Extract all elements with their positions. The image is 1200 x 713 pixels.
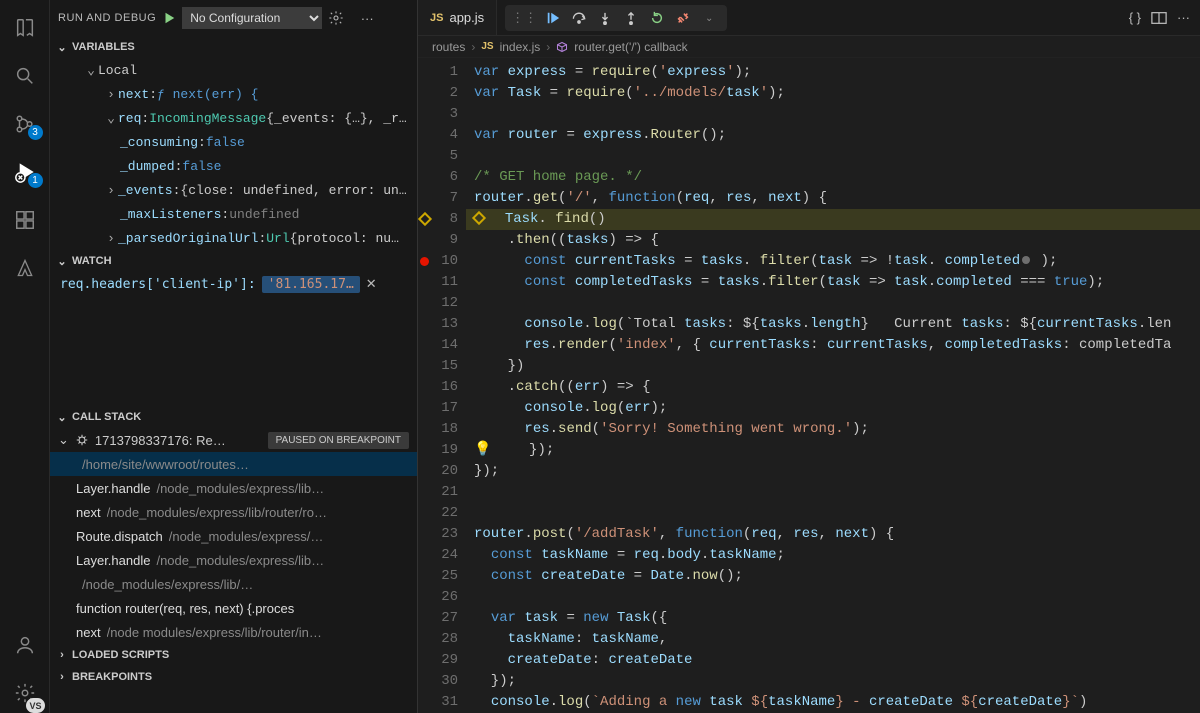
js-file-icon: JS xyxy=(430,12,443,24)
debug-sidebar: RUN AND DEBUG No Configuration ··· ⌄VARI… xyxy=(50,0,418,713)
tab-bar: JSapp.js ⋮⋮ ⌄ { } ··· xyxy=(418,0,1200,36)
var-consuming[interactable]: _consuming: false xyxy=(50,130,417,154)
extensions-icon[interactable] xyxy=(1,200,49,240)
code-editor[interactable]: 1234567891011121314151617181920212223242… xyxy=(418,58,1200,713)
bug-icon xyxy=(75,433,89,447)
method-icon xyxy=(556,41,568,53)
start-debug-icon[interactable] xyxy=(162,11,176,25)
watch-section[interactable]: ⌄WATCH xyxy=(50,250,417,272)
step-over-icon[interactable] xyxy=(567,6,591,30)
var-parsed[interactable]: › _parsedOriginalUrl: Url {protocol: nu… xyxy=(50,226,417,250)
debug-toolbar[interactable]: ⋮⋮ ⌄ xyxy=(505,5,727,31)
close-icon[interactable]: ✕ xyxy=(366,276,377,292)
execution-pointer-icon xyxy=(472,211,486,225)
var-maxlisteners[interactable]: _maxListeners: undefined xyxy=(50,202,417,226)
debug-more-icon[interactable]: ⌄ xyxy=(697,6,721,30)
var-events[interactable]: › _events: {close: undefined, error: un… xyxy=(50,178,417,202)
braces-icon[interactable]: { } xyxy=(1129,10,1141,25)
var-dumped[interactable]: _dumped: false xyxy=(50,154,417,178)
breakpoints-section[interactable]: ›BREAKPOINTS xyxy=(50,666,417,688)
drag-handle-icon[interactable]: ⋮⋮ xyxy=(511,10,539,26)
scope-local[interactable]: ⌄Local xyxy=(50,58,417,82)
variables-section[interactable]: ⌄VARIABLES xyxy=(50,36,417,58)
scm-icon[interactable]: 3 xyxy=(1,104,49,144)
disconnect-icon[interactable] xyxy=(671,6,695,30)
more-icon[interactable]: ··· xyxy=(356,11,378,26)
split-editor-icon[interactable] xyxy=(1151,11,1167,25)
var-req[interactable]: ⌄ req: IncomingMessage {_events: {…}, _r… xyxy=(50,106,417,130)
callstack-frame[interactable]: function router(req, res, next) {.proces xyxy=(50,596,417,620)
debug-icon[interactable]: 1 xyxy=(1,152,49,192)
step-into-icon[interactable] xyxy=(593,6,617,30)
explorer-icon[interactable] xyxy=(1,8,49,48)
breadcrumb[interactable]: routes› JSindex.js› router.get('/') call… xyxy=(418,36,1200,58)
watch-item[interactable]: req.headers['client-ip']: '81.165.17… ✕ xyxy=(50,272,417,296)
gear-icon[interactable] xyxy=(328,10,350,26)
lightbulb-icon[interactable]: 💡 xyxy=(474,442,495,458)
activity-bar: 3 1 VS xyxy=(0,0,50,713)
callstack-frame[interactable]: next /node_modules/express/lib/router/ro… xyxy=(50,500,417,524)
loaded-scripts-section[interactable]: ›LOADED SCRIPTS xyxy=(50,644,417,666)
callstack-thread[interactable]: ⌄ 1713798337176: Re… PAUSED ON BREAKPOIN… xyxy=(50,428,417,452)
step-out-icon[interactable] xyxy=(619,6,643,30)
callstack-frame[interactable]: Layer.handle /node_modules/express/lib… xyxy=(50,548,417,572)
search-icon[interactable] xyxy=(1,56,49,96)
debug-badge: 1 xyxy=(28,173,43,188)
breakpoint-icon[interactable] xyxy=(418,212,432,226)
callstack-frame[interactable]: Route.dispatch /node_modules/express/… xyxy=(50,524,417,548)
callstack-frame[interactable]: /node_modules/express/lib/… xyxy=(50,572,417,596)
account-icon[interactable] xyxy=(1,625,49,665)
scm-badge: 3 xyxy=(28,125,43,140)
callstack-section[interactable]: ⌄CALL STACK xyxy=(50,406,417,428)
editor-more-icon[interactable]: ··· xyxy=(1177,10,1190,25)
azure-icon[interactable] xyxy=(1,248,49,288)
run-debug-header: RUN AND DEBUG No Configuration ··· xyxy=(50,0,417,36)
config-select[interactable]: No Configuration xyxy=(182,7,322,29)
settings-icon[interactable]: VS xyxy=(1,673,49,713)
panel-title: RUN AND DEBUG xyxy=(58,12,156,24)
var-next[interactable]: › next: ƒ next(err) { xyxy=(50,82,417,106)
restart-icon[interactable] xyxy=(645,6,669,30)
callstack-frame[interactable]: Layer.handle /node_modules/express/lib… xyxy=(50,476,417,500)
breakpoint-icon[interactable] xyxy=(420,257,429,266)
line-gutter[interactable]: 1234567891011121314151617181920212223242… xyxy=(418,58,466,713)
vs-badge: VS xyxy=(26,698,44,713)
continue-icon[interactable] xyxy=(541,6,565,30)
tab-appjs[interactable]: JSapp.js xyxy=(418,0,497,35)
callstack-frame[interactable]: /home/site/wwwroot/routes… xyxy=(50,452,417,476)
paused-status: PAUSED ON BREAKPOINT xyxy=(268,432,409,449)
callstack-frame[interactable]: next /node modules/express/lib/router/in… xyxy=(50,620,417,644)
js-file-icon: JS xyxy=(481,41,493,52)
